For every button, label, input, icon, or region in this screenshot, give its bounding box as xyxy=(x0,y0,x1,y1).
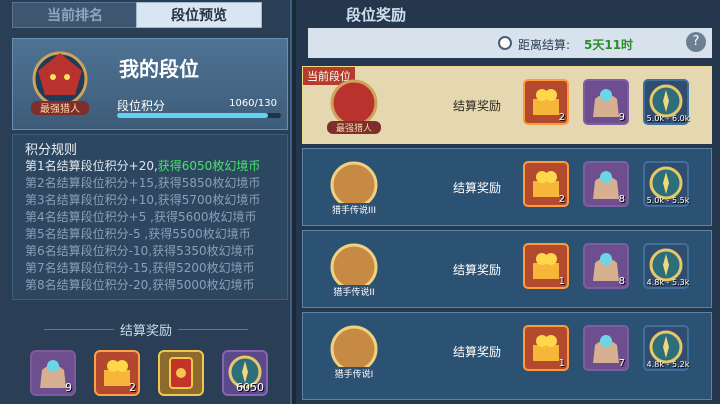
tier-name: 猎手传说III xyxy=(332,204,376,216)
tier-chest-item[interactable]: 1 xyxy=(523,243,569,289)
rule-row: 第3名结算段位积分+10,获得5700枚幻境币 xyxy=(25,193,261,207)
tier-reward-label: 结算奖励 xyxy=(453,345,502,359)
divider xyxy=(178,329,248,330)
rule-row: 第8名结算段位积分-20,获得5000枚幻境币 xyxy=(25,278,255,292)
tier-row-current: 当前段位 最强猎人 结算奖励 2 9 5.0k - 6.0k xyxy=(302,66,712,144)
tier-coin-item[interactable]: 5.0k - 6.0k xyxy=(643,79,689,125)
reward-card-item[interactable] xyxy=(158,350,204,396)
timer-value: 5天11时 xyxy=(584,38,634,52)
tab-bar: 当前排名 段位预览 xyxy=(0,0,292,30)
tier-chest-item[interactable]: 1 xyxy=(523,325,569,371)
right-panel: 段位奖励 距离结算: 5天11时 ? 当前段位 最强猎人 结算奖励 2 9 5.… xyxy=(296,0,720,404)
rule-row: 第4名结算段位积分+5 ,获得5600枚幻境币 xyxy=(25,210,257,224)
points-progress-bar xyxy=(117,113,281,118)
tier-coin-item[interactable]: 5.0k - 5.5k xyxy=(643,161,689,207)
tier-reward-label: 结算奖励 xyxy=(453,263,502,277)
tab-current-ranking[interactable]: 当前排名 xyxy=(12,2,138,28)
tab-rank-preview[interactable]: 段位预览 xyxy=(136,2,262,28)
reward-bag-item[interactable]: 9 xyxy=(30,350,76,396)
rule-row: 第5名结算段位积分-5 ,获得5500枚幻境币 xyxy=(25,227,251,241)
tier-emblem-icon: 猎手传说I xyxy=(327,325,381,380)
tier-reward-label: 结算奖励 xyxy=(453,181,502,195)
timer-label: 距离结算: xyxy=(518,38,571,52)
settle-reward-label: 结算奖励 xyxy=(119,324,172,339)
tier-chest-item[interactable]: 2 xyxy=(523,161,569,207)
item-count: 9 xyxy=(65,381,72,394)
tier-reward-label: 结算奖励 xyxy=(453,99,502,113)
tier-chest-item[interactable]: 2 xyxy=(523,79,569,125)
clock-icon xyxy=(498,36,512,50)
settle-timer-bar: 距离结算: 5天11时 ? xyxy=(308,28,712,58)
rule-row: 第2名结算段位积分+15,获得5850枚幻境币 xyxy=(25,176,261,190)
score-rules-panel: 积分规则 第1名结算段位积分+20,获得6050枚幻境币 第2名结算段位积分+1… xyxy=(12,134,288,300)
tier-bag-item[interactable]: 7 xyxy=(583,325,629,371)
help-button[interactable]: ? xyxy=(686,32,706,52)
emblem-name: 最强猎人 xyxy=(40,102,80,115)
tier-emblem-icon: 猎手传说III xyxy=(327,161,381,216)
rank-emblem-icon: 最强猎人 xyxy=(31,51,89,115)
left-panel: 当前排名 段位预览 最强猎人 我的段位 段位积分 1060/130 积分规则 第… xyxy=(0,0,292,404)
points-label: 段位积分 xyxy=(117,99,166,113)
item-count: 6050 xyxy=(236,381,264,394)
reward-coin-item[interactable]: 6050 xyxy=(222,350,268,396)
card-icon xyxy=(169,357,193,389)
rank-rewards-title: 段位奖励 xyxy=(346,6,407,24)
tier-row: 猎手传说I 结算奖励 1 7 4.8k - 5.2k xyxy=(302,312,712,400)
rules-title: 积分规则 xyxy=(25,143,78,158)
tier-bag-item[interactable]: 8 xyxy=(583,243,629,289)
tier-row: 猎手传说II 结算奖励 1 8 4.8k - 5.3k xyxy=(302,230,712,308)
rule-row: 第6名结算段位积分-10,获得5350枚幻境币 xyxy=(25,244,255,258)
points-progress-fill xyxy=(117,113,268,118)
tier-name: 最强猎人 xyxy=(336,122,372,134)
tier-row: 猎手传说III 结算奖励 2 8 5.0k - 5.5k xyxy=(302,148,712,226)
reward-chest-item[interactable]: 2 xyxy=(94,350,140,396)
tier-bag-item[interactable]: 9 xyxy=(583,79,629,125)
tier-emblem-icon: 猎手传说II xyxy=(327,243,381,298)
points-value: 1060/130 xyxy=(229,98,277,109)
tier-coin-item[interactable]: 4.8k - 5.2k xyxy=(643,325,689,371)
tier-emblem-icon: 最强猎人 xyxy=(327,79,381,134)
tier-name: 猎手传说I xyxy=(335,368,374,380)
rule-row: 第1名结算段位积分+20,获得6050枚幻境币 xyxy=(25,159,261,173)
tier-name: 猎手传说II xyxy=(333,286,374,298)
my-rank-card: 最强猎人 我的段位 段位积分 1060/130 xyxy=(12,38,288,130)
item-count: 2 xyxy=(129,381,136,394)
tier-bag-item[interactable]: 8 xyxy=(583,161,629,207)
tier-coin-item[interactable]: 4.8k - 5.3k xyxy=(643,243,689,289)
settle-reward-items: 9 2 6050 xyxy=(30,350,280,400)
rule-row: 第7名结算段位积分-15,获得5200枚幻境币 xyxy=(25,261,255,275)
my-rank-title: 我的段位 xyxy=(119,57,199,81)
